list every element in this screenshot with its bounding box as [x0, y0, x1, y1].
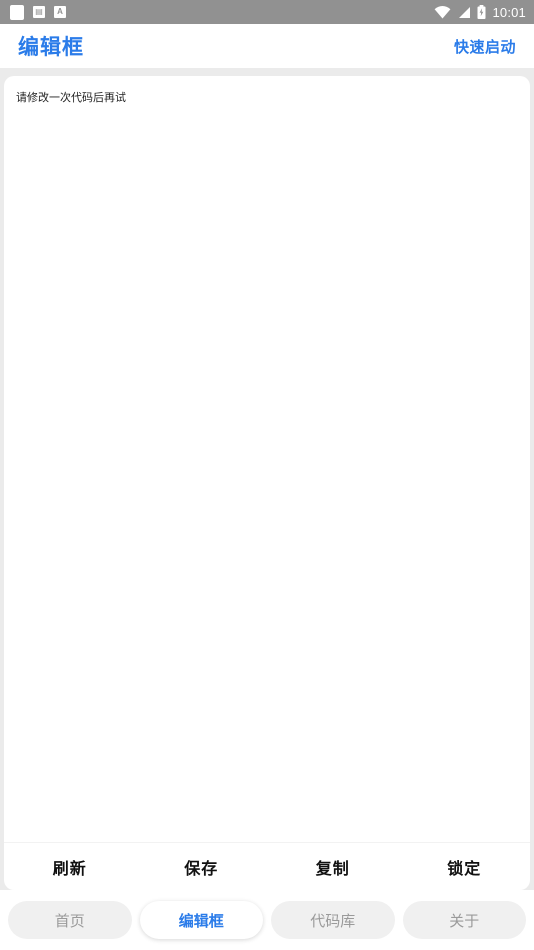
status-bar: ▤ A 10:01 — [0, 0, 534, 24]
refresh-button[interactable]: 刷新 — [4, 855, 136, 879]
tab-code-library[interactable]: 代码库 — [271, 901, 395, 939]
lock-button[interactable]: 锁定 — [399, 855, 531, 879]
tab-about[interactable]: 关于 — [402, 901, 526, 939]
action-bar: 刷新 保存 复制 锁定 — [4, 842, 530, 890]
editor-card[interactable]: 请修改一次代码后再试 — [4, 76, 530, 842]
app-square-icon — [10, 4, 24, 20]
battery-charging-icon — [477, 5, 486, 19]
tab-editor[interactable]: 编辑框 — [139, 901, 263, 939]
sim-card-icon: ▤ — [33, 6, 45, 18]
page-body: 请修改一次代码后再试 刷新 保存 复制 锁定 — [0, 68, 534, 890]
tab-home[interactable]: 首页 — [8, 901, 132, 939]
cellular-signal-icon — [459, 6, 471, 18]
status-bar-right-icons: 10:01 — [434, 5, 526, 20]
status-bar-left-icons: ▤ A — [10, 4, 66, 20]
letter-a-icon: A — [54, 6, 66, 18]
app-header: 编辑框 快速启动 — [0, 24, 534, 68]
save-button[interactable]: 保存 — [136, 855, 268, 879]
copy-button[interactable]: 复制 — [267, 855, 399, 879]
editor-input[interactable]: 请修改一次代码后再试 — [16, 90, 518, 106]
status-bar-clock: 10:01 — [492, 4, 526, 20]
quick-launch-button[interactable]: 快速启动 — [454, 36, 516, 57]
bottom-tab-bar: 首页 编辑框 代码库 关于 — [0, 890, 534, 950]
wifi-icon — [435, 5, 451, 18]
page-title: 编辑框 — [18, 36, 84, 59]
